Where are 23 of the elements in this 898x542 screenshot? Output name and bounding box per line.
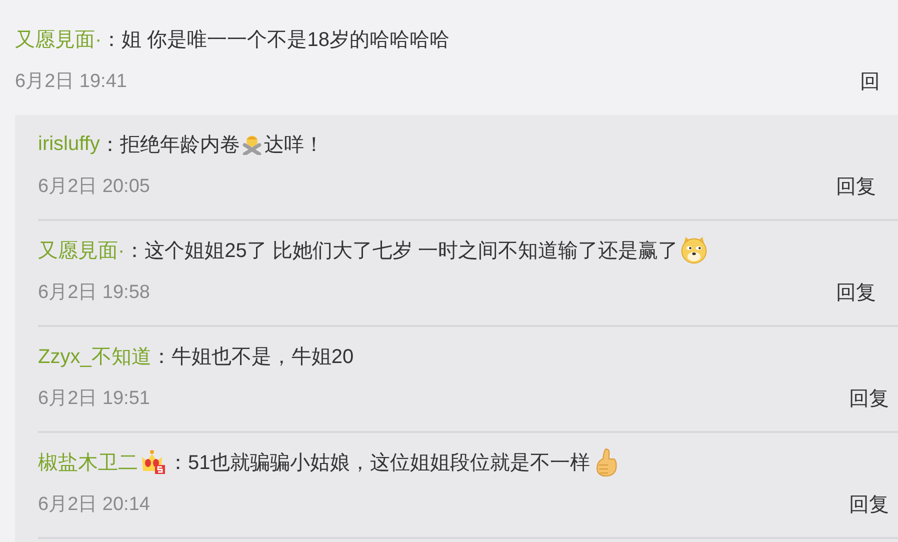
comment-time: 6月2日 19:41 — [15, 70, 127, 94]
comment-text: 姐 你是唯一一个不是18岁的哈哈哈哈 — [122, 28, 450, 52]
comment-text: 51也就骗骗小姑娘，这位姐姐段位就是不一样 — [188, 450, 590, 476]
colon-text: ： — [100, 132, 120, 158]
comment-text: 拒绝年龄内卷 — [120, 132, 240, 158]
reply-link[interactable]: 回 — [860, 68, 880, 94]
colon-text: ： — [168, 450, 188, 476]
colon-text: ： — [124, 238, 145, 264]
comment-text: 这个姐姐25了 比她们大了七岁 一时之间不知道输了还是赢了 — [144, 238, 678, 264]
colon-text: ： — [102, 28, 122, 52]
reply-link[interactable]: 回复 — [836, 278, 876, 306]
comment-text: 牛姐也不是，牛姐20 — [171, 344, 354, 370]
comment-time: 6月2日 19:51 — [38, 387, 150, 411]
colon-text: ： — [151, 344, 172, 370]
comment-text: 达咩！ — [264, 132, 324, 158]
reply-link[interactable]: 回复 — [836, 172, 876, 200]
reply-link[interactable]: 回复 — [849, 384, 889, 412]
comment-time: 6月2日 19:58 — [38, 281, 150, 305]
reply-link[interactable]: 回复 — [849, 490, 889, 518]
comment-time: 6月2日 20:14 — [38, 493, 150, 517]
crossed-arms-emoji-icon — [240, 133, 263, 155]
comment-time: 6月2日 20:05 — [38, 175, 150, 199]
dog-emoji-icon — [679, 235, 710, 265]
